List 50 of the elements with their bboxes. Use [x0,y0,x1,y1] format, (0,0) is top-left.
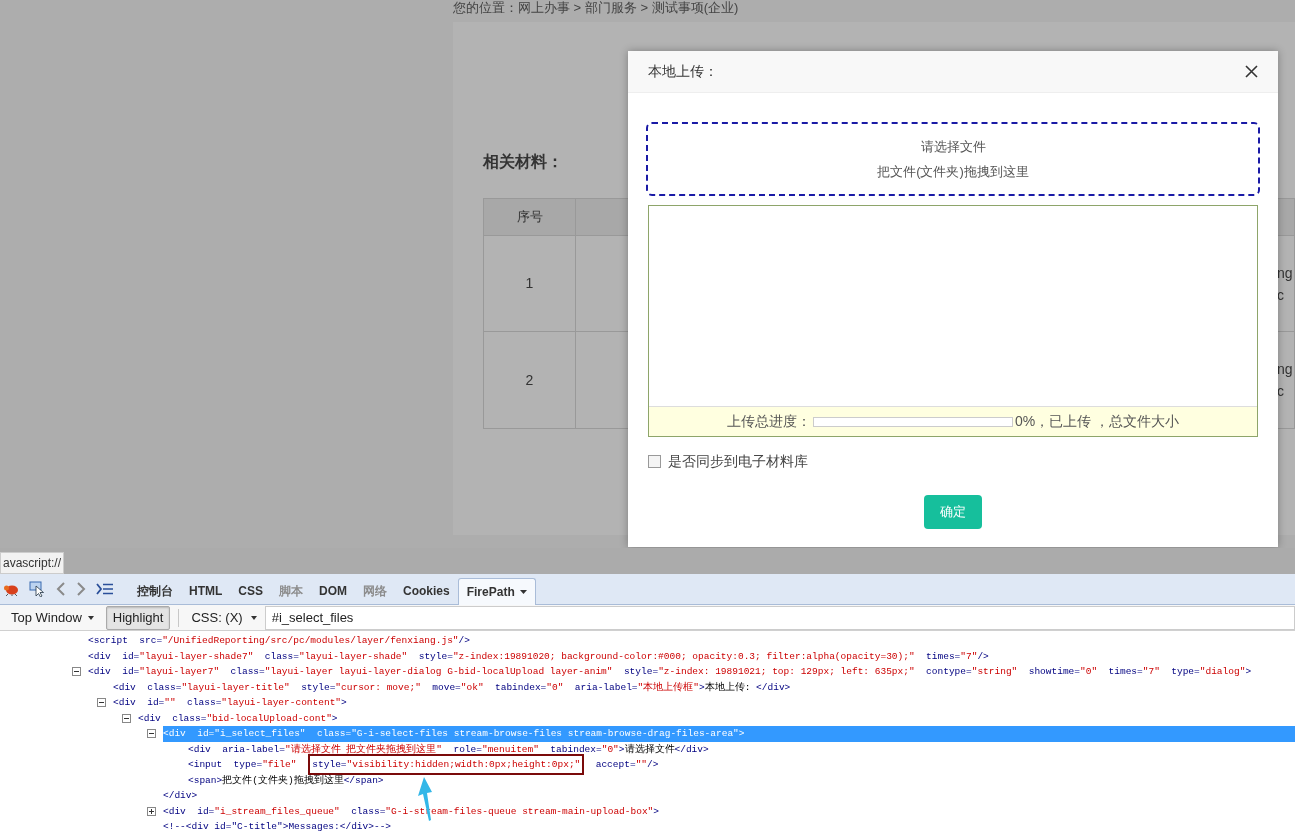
code-line[interactable]: <div class="bid-localUpload-cont"> [138,710,1295,726]
column-header: 序号 [484,199,576,235]
devtools-tab[interactable]: CSS [230,578,271,604]
drop-hint: 把文件(文件夹)拖拽到这里 [877,163,1029,181]
devtools-tab[interactable]: FirePath [457,578,536,605]
selector-type-menu[interactable]: CSS: (X) [187,606,261,629]
code-line[interactable]: <div id="layui-layer7" class="layui-layer layui-layer-dialog G-bid-localUpload layer-anim" style="z-index: 19891021; top: 129px; left: 635px;" contype="string" showtime="0" times="7" type="dialog"> [88,664,1295,680]
drop-area[interactable]: 请选择文件 把文件(文件夹)拖拽到这里 [646,122,1260,196]
table-cell: 2 [484,332,576,428]
collapse-icon[interactable] [147,729,156,739]
code-line[interactable]: </div> [163,788,1295,804]
inspect-icon[interactable] [29,581,46,597]
dialog-title: 本地上传： [648,62,718,81]
progress-label: 上传总进度： [726,412,811,431]
command-line-icon[interactable] [96,583,114,595]
devtools-tab[interactable]: 控制台 [129,578,181,604]
breadcrumb: 您的位置：网上办事 > 部门服务 > 测试事项(企业) [453,0,739,16]
code-line[interactable]: <script src="/UnifiedReporting/src/pc/modules/layer/fenxiang.js"/> [88,633,1295,649]
close-icon[interactable] [1245,65,1258,78]
table-cell-text: ng c [1277,263,1294,305]
window-menu[interactable]: Top Window [3,606,102,629]
sync-checkbox[interactable] [648,455,661,468]
selector-field[interactable]: #i_select_files [264,605,1295,630]
caret-icon [519,590,527,594]
drop-title: 请选择文件 [920,137,986,156]
collapse-icon[interactable] [97,698,106,708]
code-line[interactable]: <!--<div id="C-title">Messages:</div>--> [163,819,1295,834]
table-cell: 1 [484,236,576,331]
collapse-icon[interactable] [122,713,131,723]
code-line[interactable]: <div class="layui-layer-title" style="cursor: move;" move="ok" tabindex="0" aria-label="本地上传框">本地上传: </div> [113,679,1295,695]
table-cell-text: ng c [1277,360,1294,401]
code-line[interactable]: <span>把文件(文件夹)拖拽到这里</span> [188,772,1295,788]
code-line[interactable]: <div id="" class="layui-layer-content"> [113,695,1295,711]
progress-summary: 0%，已上传 ，总文件大小 [1014,412,1180,431]
devtools-tab[interactable]: DOM [311,578,355,604]
code-line[interactable]: <input type="file" style="visibility:hidden;width:0px;height:0px;" accept=""/> [188,757,1295,773]
status-text: avascript:// [0,552,65,574]
caret-icon [87,615,94,620]
back-icon[interactable] [56,582,66,596]
devtools-tab[interactable]: Cookies [395,578,458,604]
code-line[interactable]: <div aria-label="请选择文件 把文件夹拖拽到这里" role="menuitem" tabindex="0">请选择文件</div> [188,741,1295,757]
highlight-toggle[interactable]: Highlight [105,605,171,630]
code-line[interactable]: <div id="layui-layer-shade7" class="layui-layer-shade" style="z-index:19891020; background-color:#000; opacity:0.3; filter:alpha(opacity=30);" times="7"/> [88,648,1295,664]
sync-label: 是否同步到电子材料库 [668,452,808,471]
expand-icon[interactable] [147,806,156,816]
caret-icon [250,615,257,620]
section-title: 相关材料： [483,153,563,170]
forward-icon[interactable] [76,582,86,596]
devtools-tab[interactable]: HTML [181,578,231,604]
collapse-icon[interactable] [72,667,81,677]
